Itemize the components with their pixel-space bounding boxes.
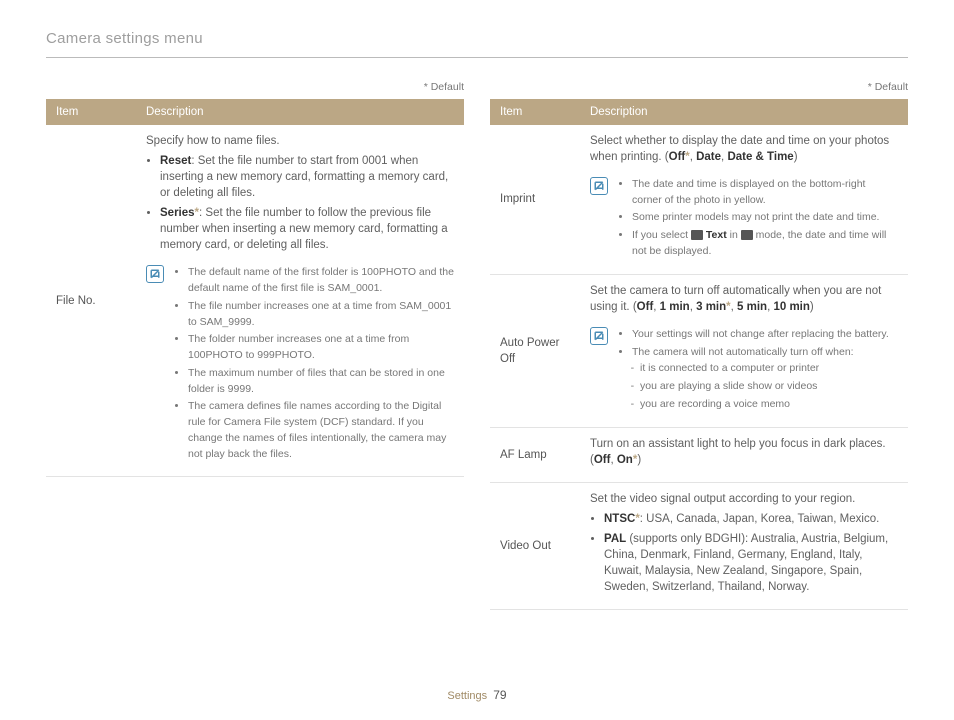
text-mode-icon [691, 230, 703, 240]
imprint-note-c1: If you select [632, 229, 691, 241]
ap-3min: 3 min [696, 301, 726, 313]
imprint-off: Off [669, 151, 686, 163]
imprint-note: The date and time is displayed on the bo… [590, 173, 898, 264]
ap-intro-2: ) [810, 301, 814, 313]
imprint-note-b: Some printer models may not print the da… [632, 210, 898, 226]
settings-table-left: Item Description File No. Specify how to… [46, 99, 464, 478]
desc-af-lamp: Turn on an assistant light to help you f… [580, 427, 908, 482]
pal-label: PAL [604, 533, 626, 545]
imprint-text-label: Text [706, 229, 727, 241]
ap-sub-1: it is connected to a computer or printer [640, 361, 889, 377]
item-auto-power-off: Auto Power Off [490, 274, 580, 427]
video-out-ntsc: NTSC*: USA, Canada, Japan, Korea, Taiwan… [604, 511, 898, 527]
page-footer: Settings 79 [0, 687, 954, 704]
ap-note-a: Your settings will not change after repl… [632, 327, 889, 343]
ap-5min: 5 min [737, 301, 767, 313]
af-lamp-intro: Turn on an assistant light to help you f… [590, 436, 898, 468]
note-icon [590, 327, 608, 345]
row-file-no: File No. Specify how to name files. Rese… [46, 125, 464, 477]
col-header-description: Description [136, 99, 464, 125]
file-no-note: The default name of the first folder is … [146, 261, 454, 466]
series-text: : Set the file number to follow the prev… [160, 207, 448, 251]
item-video-out: Video Out [490, 482, 580, 610]
col-header-item-r: Item [490, 99, 580, 125]
ap-intro-1: Set the camera to turn off automatically… [590, 285, 881, 313]
imprint-note-a: The date and time is displayed on the bo… [632, 177, 898, 209]
imprint-off-star: * [685, 151, 689, 163]
imprint-note-c: If you select Text in mode, the date and… [632, 228, 898, 260]
file-no-note-0: The default name of the first folder is … [188, 265, 454, 297]
ap-10min: 10 min [773, 301, 809, 313]
auto-power-intro: Set the camera to turn off automatically… [590, 283, 898, 315]
page-title: Camera settings menu [46, 28, 908, 58]
footer-page-number: 79 [493, 688, 506, 702]
ap-3min-star: * [726, 301, 730, 313]
imprint-note-c2: in [727, 229, 741, 241]
desc-video-out: Set the video signal output according to… [580, 482, 908, 610]
imprint-intro-2: ) [794, 151, 798, 163]
item-af-lamp: AF Lamp [490, 427, 580, 482]
af-intro-2: ) [637, 454, 641, 466]
video-out-intro: Set the video signal output according to… [590, 491, 898, 507]
af-on: On [617, 454, 633, 466]
default-note-left: * Default [46, 80, 464, 95]
note-icon [590, 177, 608, 195]
left-column: * Default Item Description File No. Spec… [46, 80, 464, 610]
video-out-pal: PAL (supports only BDGHI): Australia, Au… [604, 531, 898, 595]
imprint-intro: Select whether to display the date and t… [590, 133, 898, 165]
file-no-intro: Specify how to name files. [146, 133, 454, 149]
ntsc-text: : USA, Canada, Japan, Korea, Taiwan, Mex… [640, 513, 880, 525]
settings-table-right: Item Description Imprint Select whether … [490, 99, 908, 611]
col-header-item: Item [46, 99, 136, 125]
series-label: Series [160, 207, 195, 219]
row-video-out: Video Out Set the video signal output ac… [490, 482, 908, 610]
item-file-no: File No. [46, 125, 136, 477]
ap-off: Off [637, 301, 654, 313]
pal-text: (supports only BDGHI): Australia, Austri… [604, 533, 888, 593]
file-no-note-1: The file number increases one at a time … [188, 299, 454, 331]
row-auto-power-off: Auto Power Off Set the camera to turn of… [490, 274, 908, 427]
ap-note-b: The camera will not automatically turn o… [632, 345, 889, 413]
row-af-lamp: AF Lamp Turn on an assistant light to he… [490, 427, 908, 482]
file-no-reset: Reset: Set the file number to start from… [160, 153, 454, 201]
ap-1min: 1 min [660, 301, 690, 313]
row-imprint: Imprint Select whether to display the da… [490, 125, 908, 274]
imprint-date: Date [696, 151, 721, 163]
reset-label: Reset [160, 155, 191, 167]
imprint-datetime: Date & Time [727, 151, 793, 163]
note-icon [146, 265, 164, 283]
file-no-note-2: The folder number increases one at a tim… [188, 332, 454, 364]
item-imprint: Imprint [490, 125, 580, 274]
desc-imprint: Select whether to display the date and t… [580, 125, 908, 274]
desc-file-no: Specify how to name files. Reset: Set th… [136, 125, 464, 477]
file-no-note-3: The maximum number of files that can be … [188, 366, 454, 398]
file-no-series: Series*: Set the file number to follow t… [160, 205, 454, 253]
ap-note-b-text: The camera will not automatically turn o… [632, 346, 854, 358]
reset-text: : Set the file number to start from 0001… [160, 155, 448, 199]
col-header-description-r: Description [580, 99, 908, 125]
ap-sub-3: you are recording a voice memo [640, 397, 889, 413]
content-columns: * Default Item Description File No. Spec… [46, 80, 908, 610]
default-note-right: * Default [490, 80, 908, 95]
right-column: * Default Item Description Imprint Selec… [490, 80, 908, 610]
ntsc-label: NTSC [604, 513, 635, 525]
af-off: Off [594, 454, 611, 466]
ap-sub-2: you are playing a slide show or videos [640, 379, 889, 395]
footer-section: Settings [447, 690, 487, 702]
file-no-note-4: The camera defines file names according … [188, 399, 454, 462]
mode-dial-icon [741, 230, 753, 240]
desc-auto-power-off: Set the camera to turn off automatically… [580, 274, 908, 427]
auto-power-note: Your settings will not change after repl… [590, 323, 898, 417]
